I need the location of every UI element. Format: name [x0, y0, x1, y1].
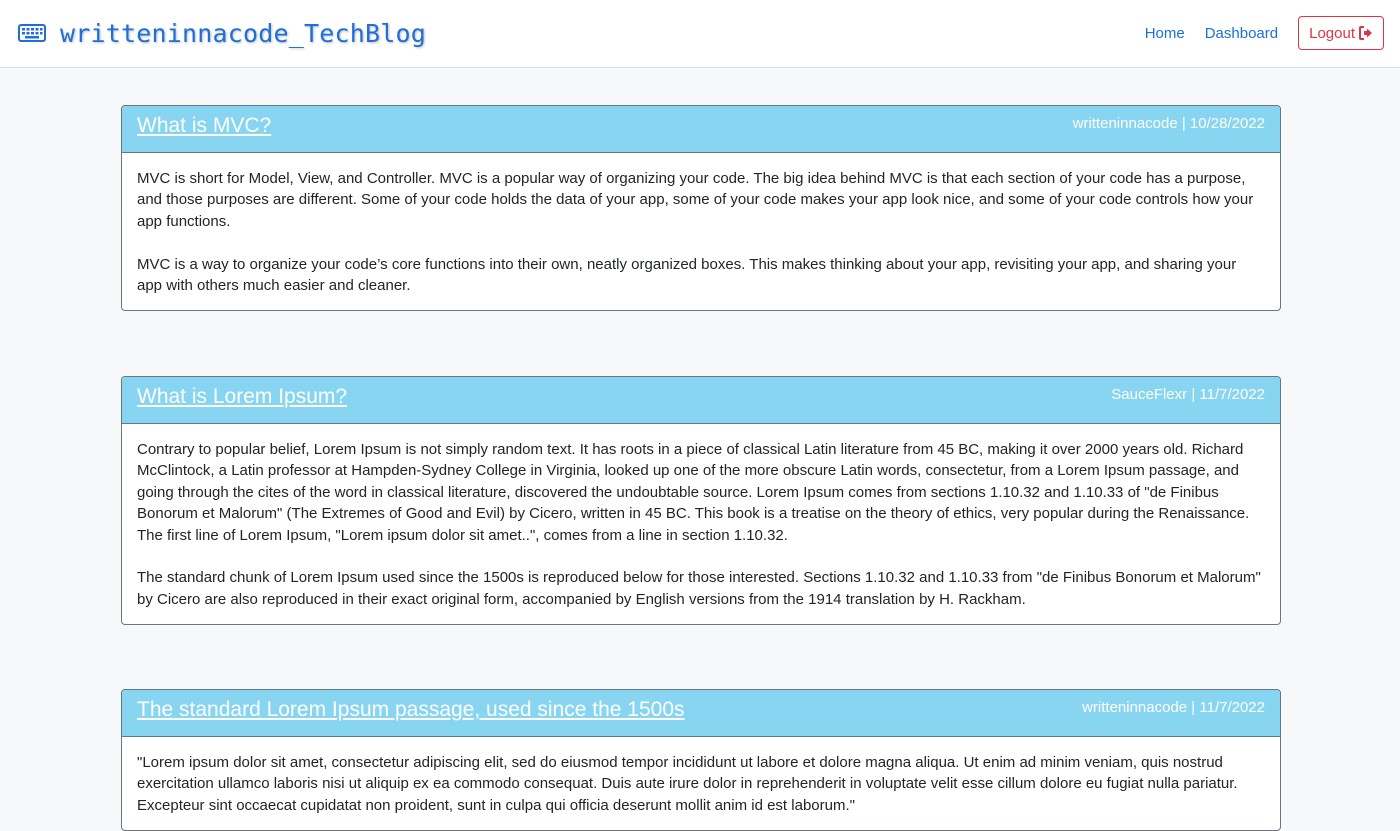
post-body: Contrary to popular belief, Lorem Ipsum … — [122, 424, 1280, 624]
post-title-link[interactable]: What is Lorem Ipsum? — [137, 385, 347, 409]
post-meta: SauceFlexr | 11/7/2022 — [1111, 386, 1265, 403]
brand-link[interactable]: writteninnacode_TechBlog — [18, 14, 426, 52]
post-meta: writteninnacode | 10/28/2022 — [1072, 115, 1265, 132]
logout-label: Logout — [1309, 24, 1355, 42]
nav-links: Home Dashboard Logout — [1145, 16, 1384, 50]
nav-home-link[interactable]: Home — [1145, 25, 1185, 42]
brand-title: writteninnacode_TechBlog — [60, 18, 427, 48]
post-header: What is MVC? writteninnacode | 10/28/202… — [122, 106, 1280, 153]
post-title-link[interactable]: What is MVC? — [137, 114, 271, 138]
post-header: The standard Lorem Ipsum passage, used s… — [122, 690, 1280, 737]
post-header: What is Lorem Ipsum? SauceFlexr | 11/7/2… — [122, 377, 1280, 424]
post-body: MVC is short for Model, View, and Contro… — [122, 153, 1280, 310]
post-paragraph: MVC is a way to organize your code’s cor… — [137, 255, 1237, 295]
logout-button[interactable]: Logout — [1298, 16, 1384, 50]
keyboard-icon — [18, 23, 46, 43]
post-title-link[interactable]: The standard Lorem Ipsum passage, used s… — [137, 698, 685, 722]
post-body: "Lorem ipsum dolor sit amet, consectetur… — [122, 737, 1280, 830]
navbar: writteninnacode_TechBlog Home Dashboard … — [0, 0, 1400, 68]
post-card: The standard Lorem Ipsum passage, used s… — [121, 689, 1281, 831]
post-paragraph: MVC is short for Model, View, and Contro… — [137, 170, 1254, 230]
post-paragraph: The standard chunk of Lorem Ipsum used s… — [137, 569, 1261, 608]
post-paragraph: Contrary to popular belief, Lorem Ipsum … — [137, 441, 1250, 544]
post-paragraph: "Lorem ipsum dolor sit amet, consectetur… — [137, 754, 1238, 814]
nav-dashboard-link[interactable]: Dashboard — [1205, 25, 1278, 42]
post-card: What is Lorem Ipsum? SauceFlexr | 11/7/2… — [121, 376, 1281, 625]
sign-out-icon — [1359, 26, 1373, 40]
post-card: What is MVC? writteninnacode | 10/28/202… — [121, 105, 1281, 311]
post-meta: writteninnacode | 11/7/2022 — [1082, 699, 1265, 716]
